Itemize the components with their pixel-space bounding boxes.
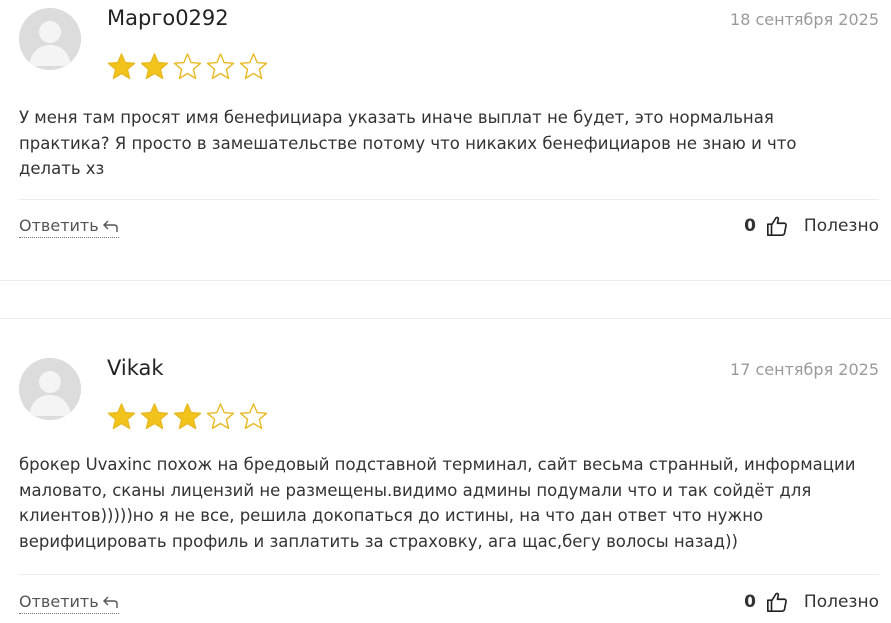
helpful-button[interactable]: Полезно <box>804 216 879 236</box>
section-divider <box>0 318 891 319</box>
user-placeholder-icon <box>19 8 81 70</box>
thumbs-up-icon[interactable] <box>766 591 788 613</box>
helpful-button[interactable]: Полезно <box>804 592 879 612</box>
avatar <box>19 8 81 70</box>
review-text: У меня там просят имя бенефициара указат… <box>19 108 797 178</box>
star-empty-icon <box>173 53 202 80</box>
divider <box>19 199 879 200</box>
divider <box>19 574 879 575</box>
review-author: Марго0292 <box>107 6 229 30</box>
star-empty-icon <box>206 403 235 430</box>
star-empty-icon <box>206 53 235 80</box>
star-rating <box>106 52 269 80</box>
star-filled-icon <box>140 53 169 80</box>
star-filled-icon <box>107 53 136 80</box>
user-placeholder-icon <box>19 358 81 420</box>
reply-button[interactable]: Ответить <box>19 216 119 238</box>
review-text: брокер Uvaxinc похож на бредовый подстав… <box>19 455 856 551</box>
helpful-widget: 0 Полезно <box>744 591 879 613</box>
star-filled-icon <box>173 403 202 430</box>
reply-button[interactable]: Ответить <box>19 592 119 614</box>
reply-label: Ответить <box>19 216 99 235</box>
star-rating <box>106 402 269 430</box>
star-empty-icon <box>239 53 268 80</box>
review-date: 17 сентября 2025 <box>730 360 879 379</box>
helpful-count: 0 <box>744 216 756 236</box>
section-divider <box>0 280 891 281</box>
helpful-widget: 0 Полезно <box>744 215 879 237</box>
review-date: 18 сентября 2025 <box>730 10 879 29</box>
star-filled-icon <box>107 403 136 430</box>
star-empty-icon <box>239 403 268 430</box>
avatar <box>19 358 81 420</box>
helpful-count: 0 <box>744 592 756 612</box>
reply-arrow-icon <box>102 220 118 232</box>
thumbs-up-icon[interactable] <box>766 215 788 237</box>
review-author: Vikak <box>107 356 164 380</box>
reply-arrow-icon <box>102 596 118 608</box>
reply-label: Ответить <box>19 592 99 611</box>
star-filled-icon <box>140 403 169 430</box>
